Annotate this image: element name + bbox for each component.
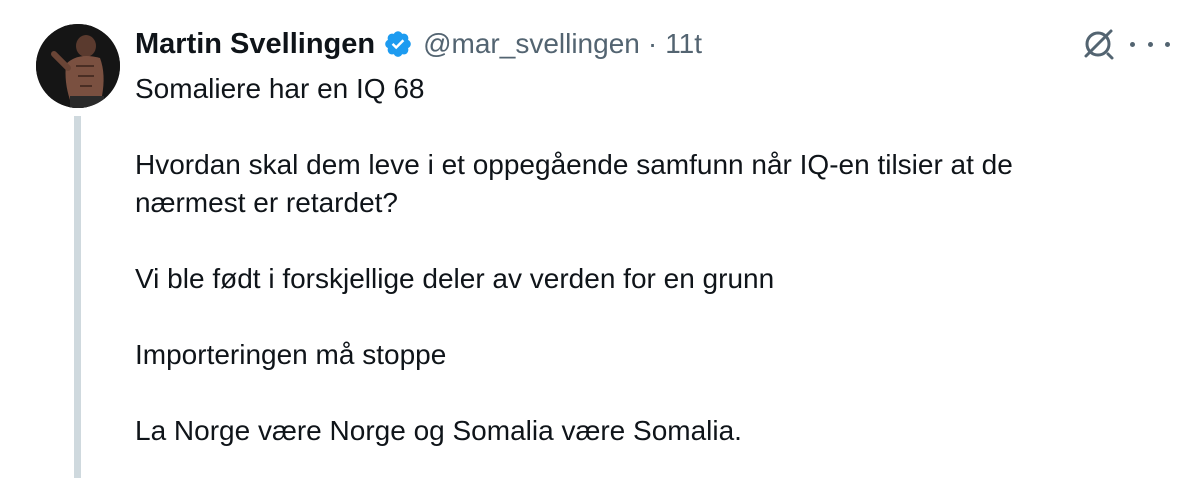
more-options-icon[interactable]	[1130, 30, 1170, 58]
timestamp[interactable]: 11t	[665, 28, 702, 60]
tweet-card[interactable]: Martin Svellingen @mar_svellingen · 11t …	[0, 0, 1198, 478]
more-dot	[1165, 41, 1170, 47]
tweet-header: Martin Svellingen @mar_svellingen · 11t	[135, 24, 702, 64]
tweet-line: Hvordan skal dem leve i et oppegående sa…	[135, 149, 1013, 180]
author-handle[interactable]: @mar_svellingen	[423, 28, 640, 60]
avatar-photo	[36, 24, 120, 108]
grok-icon[interactable]	[1078, 24, 1118, 64]
verified-badge-icon[interactable]	[383, 29, 413, 59]
thread-line	[74, 116, 81, 478]
tweet-line: Somaliere har en IQ 68	[135, 73, 425, 104]
tweet-line: Vi ble født i forskjellige deler av verd…	[135, 263, 775, 294]
author-name[interactable]: Martin Svellingen	[135, 28, 375, 61]
more-dot	[1130, 41, 1135, 47]
avatar[interactable]	[36, 24, 120, 108]
separator-dot: ·	[647, 28, 658, 59]
tweet-line: nærmest er retardet?	[135, 187, 398, 218]
tweet-line: La Norge være Norge og Somalia være Soma…	[135, 415, 742, 446]
more-dot	[1147, 41, 1153, 47]
tweet-text: Somaliere har en IQ 68 Hvordan skal dem …	[135, 70, 1145, 450]
tweet-line: Importeringen må stoppe	[135, 339, 447, 370]
